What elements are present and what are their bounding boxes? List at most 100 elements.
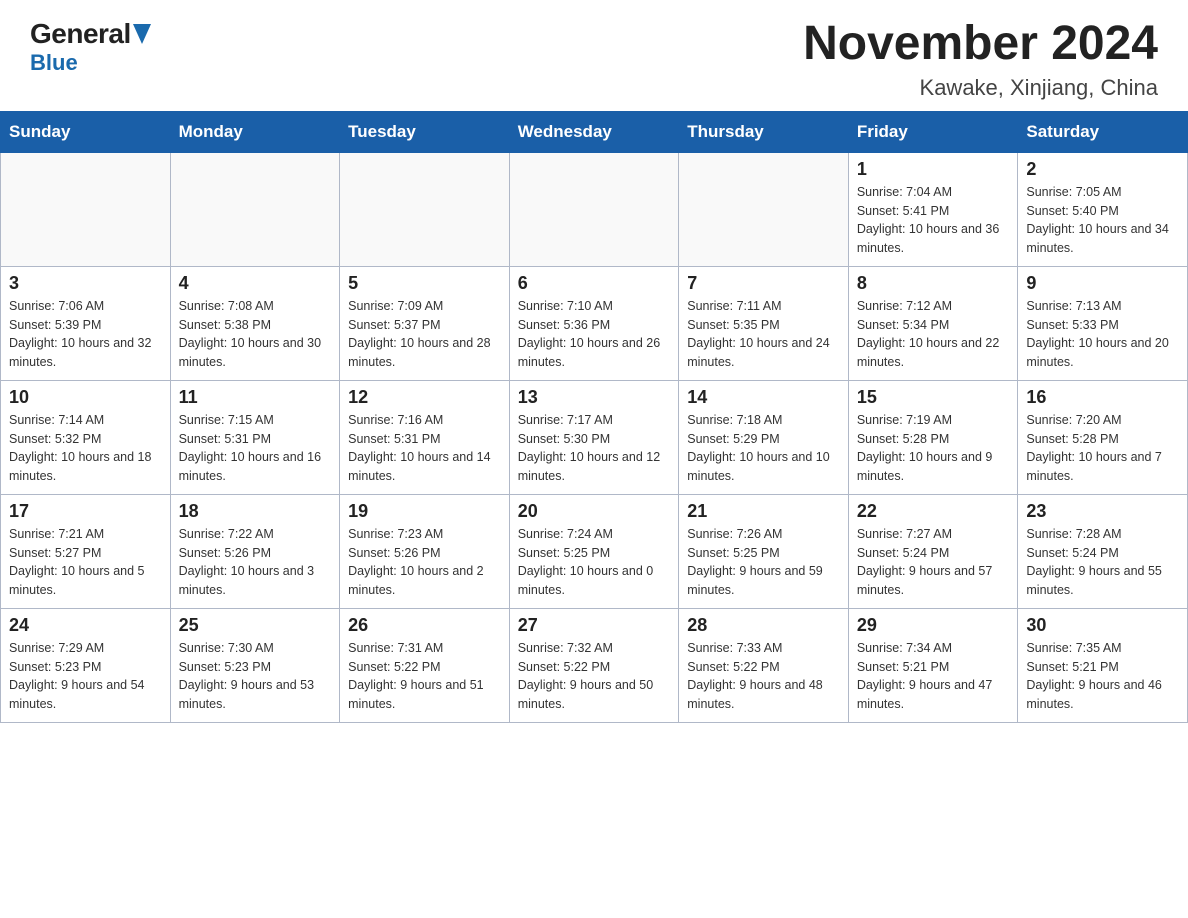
- day-info: Sunrise: 7:30 AMSunset: 5:23 PMDaylight:…: [179, 639, 332, 714]
- day-cell-4-4: 28Sunrise: 7:33 AMSunset: 5:22 PMDayligh…: [679, 608, 849, 722]
- day-info: Sunrise: 7:05 AMSunset: 5:40 PMDaylight:…: [1026, 183, 1179, 258]
- day-number: 24: [9, 615, 162, 636]
- day-cell-2-4: 14 Sunrise: 7:18 AMSunset: 5:29 PMDayligh…: [679, 380, 849, 494]
- day-number: 25: [179, 615, 332, 636]
- day-cell-3-4: 21 Sunrise: 7:26 AMSunset: 5:25 PMDayligh…: [679, 494, 849, 608]
- day-info: Sunrise: 7:27 AMSunset: 5:24 PMDaylight:…: [857, 525, 1010, 600]
- calendar-wrapper: Sunday Monday Tuesday Wednesday Thursday…: [0, 111, 1188, 743]
- day-cell-1-3: 6 Sunrise: 7:10 AMSunset: 5:36 PMDaylight…: [509, 266, 679, 380]
- day-number: 27: [518, 615, 671, 636]
- day-number: 4: [179, 273, 332, 294]
- day-number: 21: [687, 501, 840, 522]
- month-title: November 2024: [803, 18, 1158, 71]
- day-number: 22: [857, 501, 1010, 522]
- day-number: 17: [9, 501, 162, 522]
- header-tuesday: Tuesday: [340, 111, 510, 152]
- day-number: 2: [1026, 159, 1179, 180]
- day-info: Sunrise: 7:28 AMSunset: 5:24 PMDaylight:…: [1026, 525, 1179, 600]
- day-cell-2-3: 13 Sunrise: 7:17 AMSunset: 5:30 PMDayligh…: [509, 380, 679, 494]
- day-number: 18: [179, 501, 332, 522]
- day-cell-2-2: 12Sunrise: 7:16 AMSunset: 5:31 PMDayligh…: [340, 380, 510, 494]
- day-cell-1-6: 9Sunrise: 7:13 AMSunset: 5:33 PMDaylight…: [1018, 266, 1188, 380]
- day-cell-0-3: [509, 152, 679, 266]
- day-cell-3-6: 23 Sunrise: 7:28 AMSunset: 5:24 PMDayligh…: [1018, 494, 1188, 608]
- day-cell-3-1: 18 Sunrise: 7:22 AMSunset: 5:26 PMDayligh…: [170, 494, 340, 608]
- week-row-5: 24 Sunrise: 7:29 AMSunset: 5:23 PMDayligh…: [1, 608, 1188, 722]
- day-number: 3: [9, 273, 162, 294]
- location: Kawake, Xinjiang, China: [803, 75, 1158, 101]
- day-number: 23: [1026, 501, 1179, 522]
- day-info: Sunrise: 7:08 AMSunset: 5:38 PMDaylight:…: [179, 297, 332, 372]
- day-cell-4-3: 27Sunrise: 7:32 AMSunset: 5:22 PMDayligh…: [509, 608, 679, 722]
- day-cell-1-4: 7 Sunrise: 7:11 AMSunset: 5:35 PMDaylight…: [679, 266, 849, 380]
- day-number: 13: [518, 387, 671, 408]
- day-cell-4-6: 30Sunrise: 7:35 AMSunset: 5:21 PMDayligh…: [1018, 608, 1188, 722]
- header-sunday: Sunday: [1, 111, 171, 152]
- day-cell-4-2: 26Sunrise: 7:31 AMSunset: 5:22 PMDayligh…: [340, 608, 510, 722]
- day-cell-2-5: 15 Sunrise: 7:19 AMSunset: 5:28 PMDayligh…: [848, 380, 1018, 494]
- page-header: General Blue November 2024 Kawake, Xinji…: [0, 0, 1188, 111]
- day-info: Sunrise: 7:10 AMSunset: 5:36 PMDaylight:…: [518, 297, 671, 372]
- day-info: Sunrise: 7:13 AMSunset: 5:33 PMDaylight:…: [1026, 297, 1179, 372]
- day-number: 26: [348, 615, 501, 636]
- day-info: Sunrise: 7:09 AMSunset: 5:37 PMDaylight:…: [348, 297, 501, 372]
- day-info: Sunrise: 7:15 AMSunset: 5:31 PMDaylight:…: [179, 411, 332, 486]
- day-cell-4-1: 25 Sunrise: 7:30 AMSunset: 5:23 PMDayligh…: [170, 608, 340, 722]
- day-info: Sunrise: 7:04 AMSunset: 5:41 PMDaylight:…: [857, 183, 1010, 258]
- day-cell-0-2: [340, 152, 510, 266]
- day-info: Sunrise: 7:17 AMSunset: 5:30 PMDaylight:…: [518, 411, 671, 486]
- day-number: 20: [518, 501, 671, 522]
- day-info: Sunrise: 7:20 AMSunset: 5:28 PMDaylight:…: [1026, 411, 1179, 486]
- day-info: Sunrise: 7:22 AMSunset: 5:26 PMDaylight:…: [179, 525, 332, 600]
- day-number: 30: [1026, 615, 1179, 636]
- day-cell-3-2: 19 Sunrise: 7:23 AMSunset: 5:26 PMDayligh…: [340, 494, 510, 608]
- day-info: Sunrise: 7:29 AMSunset: 5:23 PMDaylight:…: [9, 639, 162, 714]
- day-number: 11: [179, 387, 332, 408]
- day-cell-0-5: 1 Sunrise: 7:04 AMSunset: 5:41 PMDaylight…: [848, 152, 1018, 266]
- day-cell-1-2: 5Sunrise: 7:09 AMSunset: 5:37 PMDaylight…: [340, 266, 510, 380]
- day-info: Sunrise: 7:23 AMSunset: 5:26 PMDaylight:…: [348, 525, 501, 600]
- day-info: Sunrise: 7:11 AMSunset: 5:35 PMDaylight:…: [687, 297, 840, 372]
- day-number: 19: [348, 501, 501, 522]
- header-saturday: Saturday: [1018, 111, 1188, 152]
- title-block: November 2024 Kawake, Xinjiang, China: [803, 18, 1158, 101]
- day-number: 7: [687, 273, 840, 294]
- day-info: Sunrise: 7:18 AMSunset: 5:29 PMDaylight:…: [687, 411, 840, 486]
- day-cell-3-0: 17 Sunrise: 7:21 AMSunset: 5:27 PMDayligh…: [1, 494, 171, 608]
- day-cell-4-0: 24 Sunrise: 7:29 AMSunset: 5:23 PMDayligh…: [1, 608, 171, 722]
- day-number: 1: [857, 159, 1010, 180]
- day-cell-2-6: 16 Sunrise: 7:20 AMSunset: 5:28 PMDayligh…: [1018, 380, 1188, 494]
- day-number: 14: [687, 387, 840, 408]
- day-number: 10: [9, 387, 162, 408]
- header-monday: Monday: [170, 111, 340, 152]
- day-number: 15: [857, 387, 1010, 408]
- day-number: 8: [857, 273, 1010, 294]
- week-row-1: 1 Sunrise: 7:04 AMSunset: 5:41 PMDaylight…: [1, 152, 1188, 266]
- logo-triangle-icon: [133, 24, 151, 44]
- day-info: Sunrise: 7:21 AMSunset: 5:27 PMDaylight:…: [9, 525, 162, 600]
- header-thursday: Thursday: [679, 111, 849, 152]
- header-friday: Friday: [848, 111, 1018, 152]
- day-cell-0-4: [679, 152, 849, 266]
- week-row-3: 10 Sunrise: 7:14 AMSunset: 5:32 PMDayligh…: [1, 380, 1188, 494]
- day-cell-2-0: 10 Sunrise: 7:14 AMSunset: 5:32 PMDayligh…: [1, 380, 171, 494]
- weekday-header-row: Sunday Monday Tuesday Wednesday Thursday…: [1, 111, 1188, 152]
- day-cell-3-3: 20Sunrise: 7:24 AMSunset: 5:25 PMDayligh…: [509, 494, 679, 608]
- day-cell-1-5: 8 Sunrise: 7:12 AMSunset: 5:34 PMDaylight…: [848, 266, 1018, 380]
- day-number: 16: [1026, 387, 1179, 408]
- day-info: Sunrise: 7:34 AMSunset: 5:21 PMDaylight:…: [857, 639, 1010, 714]
- day-cell-3-5: 22 Sunrise: 7:27 AMSunset: 5:24 PMDayligh…: [848, 494, 1018, 608]
- day-info: Sunrise: 7:33 AMSunset: 5:22 PMDaylight:…: [687, 639, 840, 714]
- day-info: Sunrise: 7:12 AMSunset: 5:34 PMDaylight:…: [857, 297, 1010, 372]
- logo: General Blue: [30, 18, 151, 76]
- day-cell-4-5: 29Sunrise: 7:34 AMSunset: 5:21 PMDayligh…: [848, 608, 1018, 722]
- day-info: Sunrise: 7:14 AMSunset: 5:32 PMDaylight:…: [9, 411, 162, 486]
- header-wednesday: Wednesday: [509, 111, 679, 152]
- day-cell-1-1: 4 Sunrise: 7:08 AMSunset: 5:38 PMDaylight…: [170, 266, 340, 380]
- week-row-4: 17 Sunrise: 7:21 AMSunset: 5:27 PMDayligh…: [1, 494, 1188, 608]
- day-info: Sunrise: 7:19 AMSunset: 5:28 PMDaylight:…: [857, 411, 1010, 486]
- day-info: Sunrise: 7:26 AMSunset: 5:25 PMDaylight:…: [687, 525, 840, 600]
- day-cell-2-1: 11 Sunrise: 7:15 AMSunset: 5:31 PMDayligh…: [170, 380, 340, 494]
- day-number: 6: [518, 273, 671, 294]
- day-cell-1-0: 3Sunrise: 7:06 AMSunset: 5:39 PMDaylight…: [1, 266, 171, 380]
